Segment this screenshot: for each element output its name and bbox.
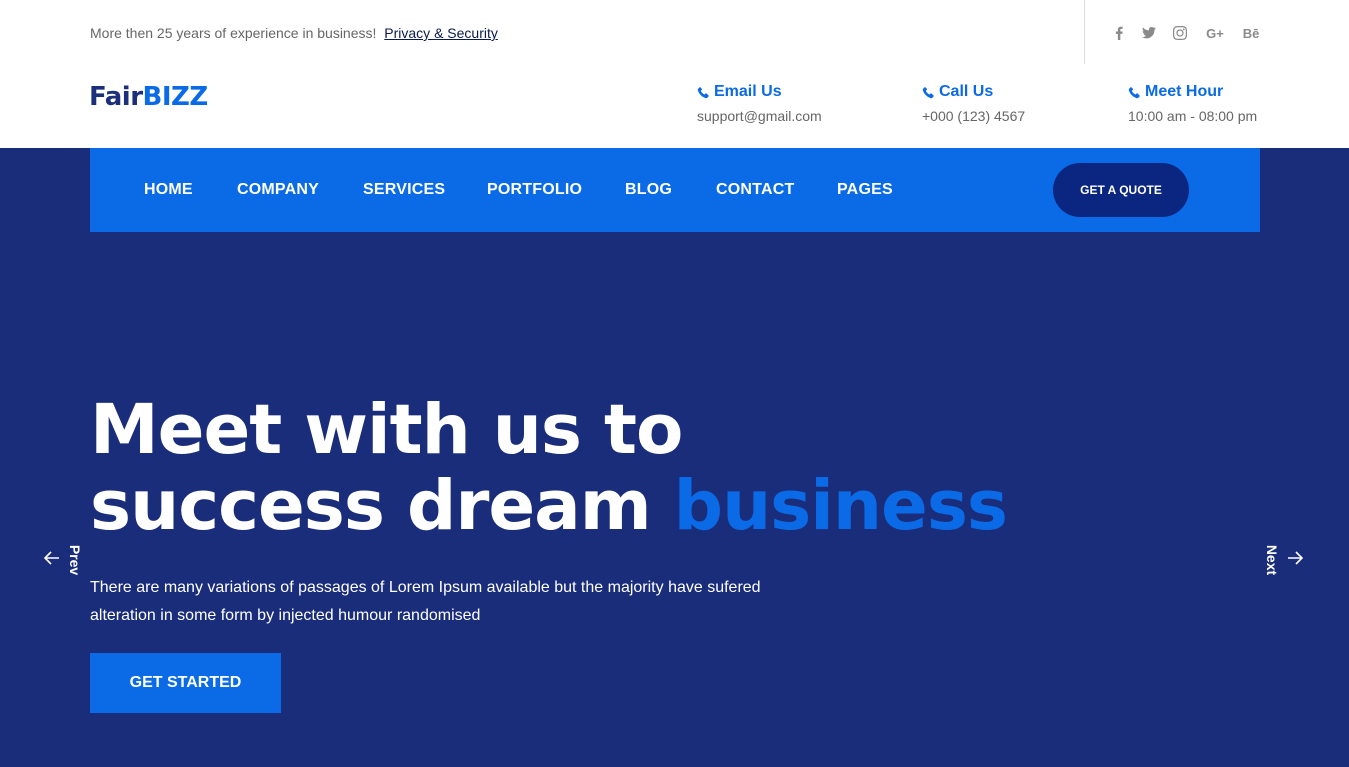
hero-headline: Meet with us to success dream business bbox=[90, 390, 1008, 546]
behance-icon[interactable]: Bē bbox=[1240, 24, 1262, 42]
logo-part-bizz: BIZZ bbox=[142, 82, 209, 112]
hours-title-text: Meet Hour bbox=[1145, 83, 1224, 100]
prev-label[interactable]: Prev bbox=[67, 543, 83, 577]
nav-item-pages[interactable]: PAGES bbox=[837, 181, 893, 199]
call-info: Call Us +000 (123) 4567 bbox=[922, 83, 1025, 124]
call-title-text: Call Us bbox=[939, 83, 994, 100]
next-arrow-icon[interactable] bbox=[1286, 549, 1304, 567]
get-started-button[interactable]: GET STARTED bbox=[90, 653, 281, 713]
hours-title: Meet Hour bbox=[1128, 83, 1257, 101]
headline-highlight: business bbox=[673, 466, 1008, 546]
headline-line-1: Meet with us to bbox=[90, 390, 683, 470]
call-title: Call Us bbox=[922, 83, 1025, 101]
hours-value: 10:00 am - 08:00 pm bbox=[1128, 108, 1258, 124]
next-label[interactable]: Next bbox=[1264, 543, 1280, 577]
tagline: More then 25 years of experience in busi… bbox=[90, 25, 498, 41]
headline-line-2: success dream business bbox=[90, 466, 1008, 546]
instagram-icon[interactable] bbox=[1172, 24, 1188, 42]
nav-item-company[interactable]: COMPANY bbox=[237, 181, 319, 199]
hero-description: There are many variations of passages of… bbox=[90, 579, 761, 624]
main-nav: HOME COMPANY SERVICES PORTFOLIO BLOG CON… bbox=[90, 148, 1260, 232]
privacy-security-link[interactable]: Privacy & Security bbox=[384, 25, 498, 41]
tagline-text: More then 25 years of experience in busi… bbox=[90, 25, 377, 41]
top-bar: More then 25 years of experience in busi… bbox=[0, 0, 1349, 64]
call-value[interactable]: +000 (123) 4567 bbox=[922, 108, 1025, 124]
twitter-icon[interactable] bbox=[1141, 24, 1157, 42]
phone-icon bbox=[922, 86, 934, 98]
nav-item-portfolio[interactable]: PORTFOLIO bbox=[487, 181, 582, 199]
google-plus-icon[interactable]: G+ bbox=[1203, 24, 1227, 42]
facebook-icon[interactable] bbox=[1111, 24, 1127, 42]
email-title: Email Us bbox=[697, 83, 822, 101]
phone-icon bbox=[1128, 86, 1140, 98]
get-quote-button[interactable]: GET A QUOTE bbox=[1053, 163, 1189, 217]
headline-line-2-text: success dream bbox=[90, 466, 652, 546]
email-title-text: Email Us bbox=[714, 83, 782, 100]
logo[interactable]: FairBIZZ bbox=[89, 82, 208, 112]
top-bar-divider bbox=[1084, 0, 1085, 64]
email-info: Email Us support@gmail.com bbox=[697, 83, 822, 124]
logo-part-fair: Fair bbox=[89, 82, 143, 112]
email-value[interactable]: support@gmail.com bbox=[697, 108, 822, 124]
nav-item-services[interactable]: SERVICES bbox=[363, 181, 445, 199]
prev-arrow-icon[interactable] bbox=[43, 549, 61, 567]
nav-item-blog[interactable]: BLOG bbox=[625, 181, 672, 199]
nav-item-contact[interactable]: CONTACT bbox=[716, 181, 794, 199]
hours-info: Meet Hour 10:00 am - 08:00 pm bbox=[1128, 83, 1257, 124]
phone-icon bbox=[697, 86, 709, 98]
nav-item-home[interactable]: HOME bbox=[144, 181, 193, 199]
